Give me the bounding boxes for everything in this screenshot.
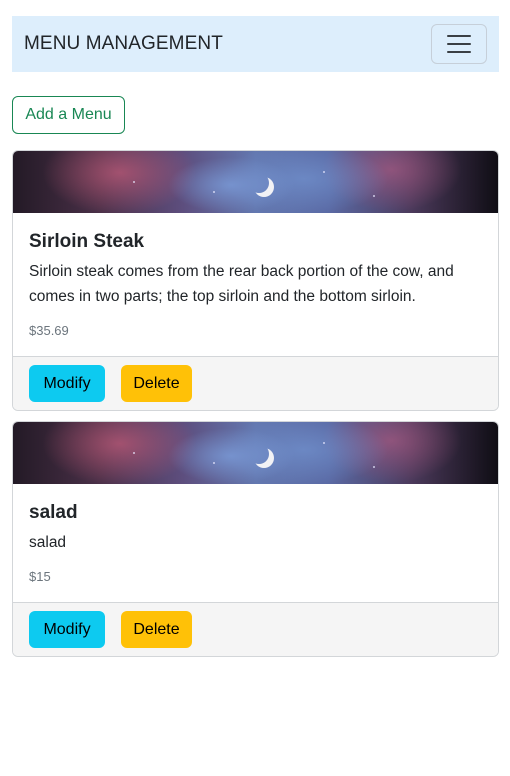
hamburger-menu-icon-bar <box>447 51 471 53</box>
card-body: Sirloin Steak Sirloin steak comes from t… <box>13 213 498 356</box>
card-footer: Modify Delete <box>13 356 498 410</box>
star-decoration <box>323 442 325 444</box>
modify-button[interactable]: Modify <box>29 611 105 648</box>
delete-button[interactable]: Delete <box>121 611 192 648</box>
menu-description: Sirloin steak comes from the rear back p… <box>29 263 454 305</box>
star-decoration <box>373 466 375 468</box>
hamburger-menu-icon-bar <box>447 43 471 45</box>
star-decoration <box>133 181 135 183</box>
star-decoration <box>323 171 325 173</box>
menu-title: Sirloin Steak <box>29 231 145 252</box>
hamburger-menu-icon <box>447 35 471 37</box>
add-menu-button[interactable]: Add a Menu <box>12 96 125 134</box>
menu-card: salad salad $15 Modify Delete <box>12 421 499 657</box>
star-decoration <box>373 195 375 197</box>
modify-button[interactable]: Modify <box>29 365 105 402</box>
menu-price: $15 <box>29 569 51 584</box>
navbar: MENU MANAGEMENT <box>12 16 499 72</box>
card-image <box>13 151 498 213</box>
navbar-toggle-button[interactable] <box>431 24 487 64</box>
menu-price: $35.69 <box>29 323 69 338</box>
card-footer: Modify Delete <box>13 602 498 656</box>
card-image <box>13 422 498 484</box>
moon-icon <box>249 173 269 193</box>
navbar-brand[interactable]: MENU MANAGEMENT <box>24 33 223 55</box>
card-body: salad salad $15 <box>13 484 498 602</box>
delete-button[interactable]: Delete <box>121 365 192 402</box>
menu-title: salad <box>29 502 78 523</box>
menu-description: salad <box>29 534 67 551</box>
star-decoration <box>133 452 135 454</box>
star-decoration <box>213 462 215 464</box>
star-decoration <box>213 191 215 193</box>
moon-icon <box>249 444 269 464</box>
menu-card: Sirloin Steak Sirloin steak comes from t… <box>12 150 499 411</box>
